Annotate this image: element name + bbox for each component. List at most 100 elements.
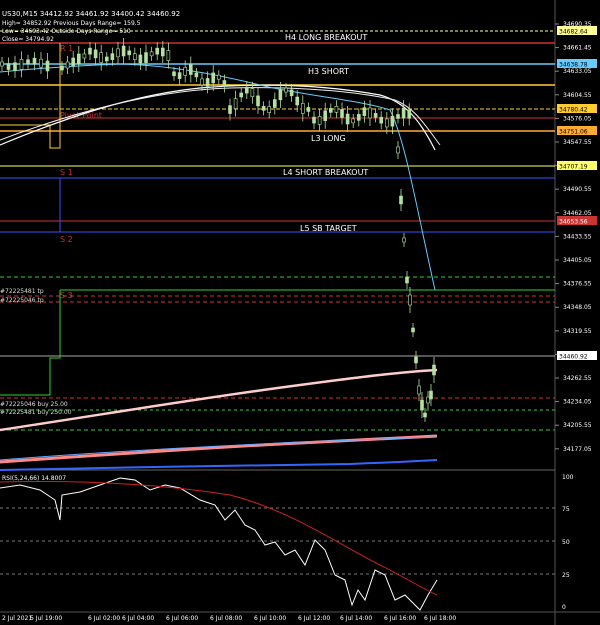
candle — [411, 323, 415, 337]
price-tag: 34780.42 — [557, 104, 597, 114]
candle — [334, 100, 339, 119]
candle — [420, 392, 424, 418]
candle — [116, 41, 120, 64]
order-2: #72225046 tp — [0, 297, 44, 304]
candle — [245, 81, 249, 100]
candle — [205, 71, 210, 94]
order-1: #72225481 tp — [0, 288, 44, 295]
candle — [65, 56, 70, 74]
time-axis-label: 6 Jul 12:00 — [298, 615, 330, 622]
indicator-pane: RSI(5,24,66) 14.8007 100 75 50 25 0 — [0, 474, 574, 611]
price-tag: 34707.19 — [557, 161, 597, 171]
candle — [267, 100, 272, 119]
level-l3: L3 LONG — [311, 134, 346, 143]
price-tick-label: 34433.55 — [563, 233, 592, 240]
candle — [133, 47, 137, 66]
candle — [93, 42, 98, 65]
price-tag: 34460.92 — [557, 351, 597, 361]
indicator-axis-100: 100 — [562, 474, 574, 481]
indicator-axis-50: 50 — [562, 539, 570, 546]
level-s1: S 1 — [60, 168, 73, 177]
candle — [261, 101, 266, 116]
level-pivot: Pivot Point — [60, 111, 102, 120]
svg-text:34707.19: 34707.19 — [559, 164, 588, 171]
candle — [402, 233, 406, 247]
price-tick-label: 34633.05 — [563, 68, 592, 75]
svg-text:34638.78: 34638.78 — [559, 62, 588, 69]
candle — [414, 351, 418, 369]
candle — [88, 42, 92, 61]
time-axis-label: 6 Jul 16:00 — [384, 615, 416, 622]
time-axis-label: 6 Jul 10:00 — [254, 615, 286, 622]
time-axis-label: 6 Jul 02:00 — [88, 615, 120, 622]
price-tick-label: 34405.05 — [563, 257, 592, 264]
candle — [399, 189, 403, 211]
candle — [356, 108, 361, 127]
candle — [323, 102, 328, 129]
candle — [239, 87, 243, 102]
price-tick-label: 34462.05 — [563, 210, 592, 217]
candle — [373, 108, 378, 123]
candle — [317, 109, 322, 132]
candle — [82, 49, 87, 63]
candle — [26, 54, 30, 69]
candle — [396, 141, 400, 159]
price-tick-label: 34604.55 — [563, 92, 592, 99]
time-axis-label: 6 Jul 14:00 — [340, 615, 372, 622]
time-axis-label: 6 Jul 06:00 — [166, 615, 198, 622]
price-tick-label: 34348.05 — [563, 304, 592, 311]
candle — [306, 102, 311, 117]
level-lines: R 1 H4 LONG BREAKOUT H3 SHORT Pivot Poin… — [0, 30, 555, 431]
time-axis-label: 2 Jul 2021 — [2, 615, 32, 622]
indicator-axis-75: 75 — [562, 506, 570, 513]
level-s2: S 2 — [60, 235, 73, 244]
svg-text:34780.42: 34780.42 — [559, 107, 588, 114]
candle — [432, 357, 436, 383]
candle — [0, 57, 4, 71]
candle — [194, 67, 199, 82]
price-tick-label: 34547.55 — [563, 139, 592, 146]
order-labels: #72225481 tp #72225046 tp #72225046 buy … — [0, 288, 72, 416]
time-axis-label: 5 Jul 19:00 — [30, 615, 62, 622]
candle — [60, 61, 64, 75]
candle — [408, 287, 412, 313]
level-r1: R 1 — [60, 44, 73, 53]
time-axis-label: 6 Jul 04:00 — [122, 615, 154, 622]
candle — [289, 83, 294, 102]
candle — [71, 51, 75, 73]
candle — [13, 55, 17, 78]
chart-canvas[interactable]: US30,M15 34412.92 34461.92 34400.42 3446… — [0, 0, 600, 625]
candle — [45, 52, 50, 79]
level-h3: H3 SHORT — [308, 67, 349, 76]
candle — [407, 103, 412, 126]
indicator-axis-25: 25 — [562, 572, 570, 579]
svg-text:34460.92: 34460.92 — [559, 354, 588, 361]
header-info: US30,M15 34412.92 34461.92 34400.42 3446… — [2, 10, 180, 43]
candle — [272, 92, 277, 115]
svg-text:34751.06: 34751.06 — [559, 129, 588, 136]
price-tick-label: 34376.55 — [563, 281, 592, 288]
candle — [110, 47, 115, 66]
candle — [77, 46, 81, 72]
level-h4: H4 LONG BREAKOUT — [285, 33, 367, 42]
candle — [405, 271, 409, 289]
price-tick-label: 34234.05 — [563, 399, 592, 406]
candle — [144, 44, 148, 71]
candle — [256, 87, 260, 114]
time-axis-label: 6 Jul 18:00 — [424, 615, 456, 622]
price-tag: 34682.64 — [557, 26, 597, 36]
candle — [396, 109, 400, 124]
price-tick-label: 34576.05 — [563, 115, 592, 122]
svg-text:34653.56: 34653.56 — [559, 219, 588, 226]
candle — [217, 70, 221, 85]
pivot-steps — [0, 43, 61, 396]
candle — [189, 56, 193, 83]
price-axis: 34690.3534661.4534633.0534604.5534576.05… — [555, 21, 592, 453]
candle — [328, 103, 333, 118]
candle — [340, 102, 344, 125]
level-l4: L4 SHORT BREAKOUT — [283, 168, 368, 177]
header-line-1: High= 34852.92 Previous Days Range= 159.… — [2, 20, 141, 27]
header-ohlc: US30,M15 34412.92 34461.92 34400.42 3446… — [2, 10, 180, 18]
candle — [351, 113, 356, 128]
time-axis-label: 6 Jul 08:00 — [210, 615, 242, 622]
